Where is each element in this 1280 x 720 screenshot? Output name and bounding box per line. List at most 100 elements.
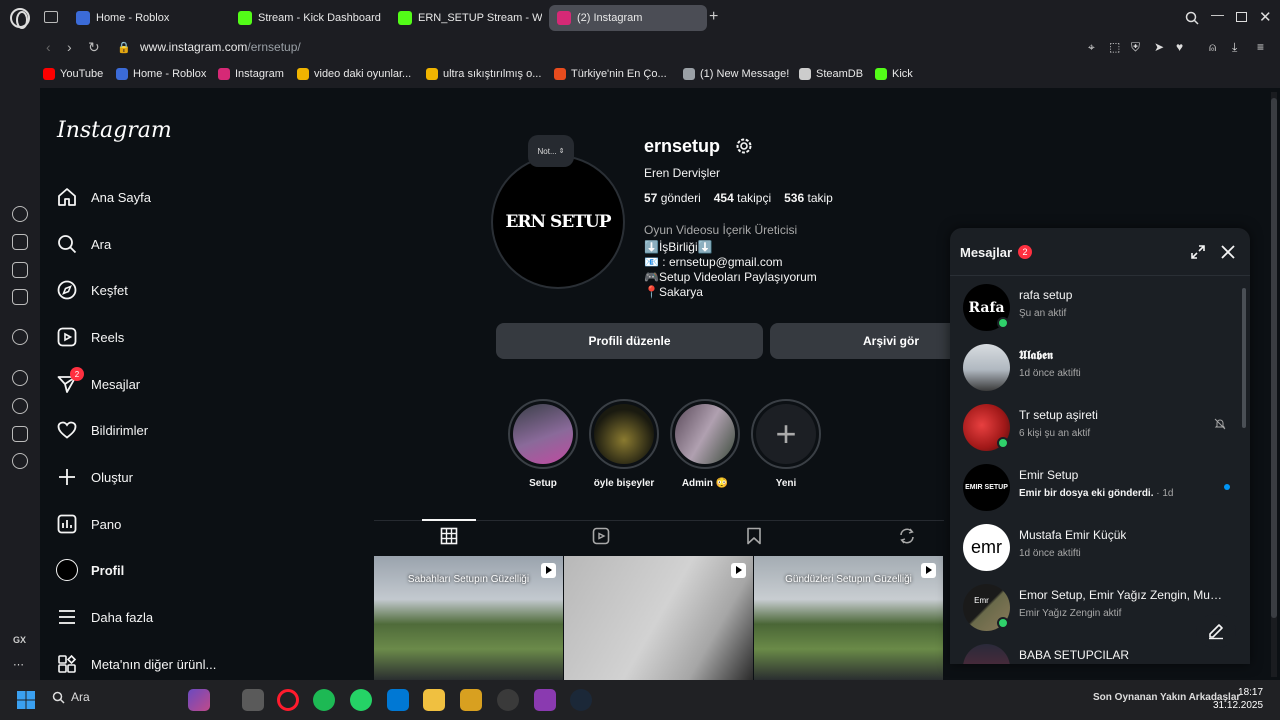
close-window-icon[interactable]: ✕ — [1259, 8, 1272, 26]
speed-dial-icon[interactable] — [12, 206, 28, 222]
player-icon[interactable] — [12, 370, 28, 386]
history-icon[interactable] — [12, 398, 28, 414]
minimize-icon[interactable]: — — [1211, 7, 1224, 22]
bookmark-compressed[interactable]: ultra sıkıştırılmış o... — [426, 68, 541, 80]
page-scrollbar-thumb[interactable] — [1271, 98, 1277, 618]
bookmark-youtube[interactable]: YouTube — [43, 68, 103, 80]
highlight-setup[interactable]: Setup — [508, 399, 578, 489]
back-icon[interactable]: ‹ — [46, 39, 51, 55]
conversation-item[interactable]: Rafa rafa setup Şu an aktif — [950, 278, 1240, 338]
tab-instagram[interactable]: (2) Instagram — [549, 5, 707, 31]
menu-icon[interactable]: ≡ — [1257, 40, 1264, 54]
profile-stats: 57 gönderi 454 takipçi 536 takip — [644, 191, 833, 205]
tab-islands-icon[interactable] — [44, 11, 58, 23]
download-icon[interactable]: ⤓ — [1232, 40, 1237, 55]
highlight-new[interactable]: + Yeni — [751, 399, 821, 489]
conversation-item[interactable]: BABA SETUPCILAR — [950, 638, 1240, 664]
followers-stat[interactable]: 454 takipçi — [714, 191, 771, 205]
saved-bookmark-icon[interactable] — [746, 527, 762, 545]
post-tile[interactable] — [564, 556, 753, 680]
highlight-admin[interactable]: Admin 😳 — [670, 399, 740, 489]
bookmark-kick[interactable]: Kick — [875, 68, 913, 80]
opera-logo-icon[interactable] — [10, 8, 30, 29]
clock[interactable]: 18:17 31.12.2025 — [1213, 686, 1263, 712]
posts-grid-icon[interactable] — [440, 527, 458, 545]
spotify-icon[interactable] — [313, 689, 335, 711]
tab-roblox[interactable]: Home - Roblox — [68, 5, 226, 31]
task-view-icon[interactable] — [242, 689, 264, 711]
new-tab-icon[interactable]: + — [709, 9, 718, 25]
send-icon[interactable]: ➤ — [1154, 40, 1164, 54]
reposts-icon[interactable] — [898, 527, 916, 545]
settings-icon[interactable] — [12, 453, 28, 469]
gx-control-icon[interactable] — [12, 234, 28, 250]
maximize-icon[interactable] — [1236, 12, 1247, 22]
nav-create[interactable]: Oluştur — [56, 465, 133, 489]
edit-profile-button[interactable]: Profili düzenle — [496, 323, 763, 359]
bookmark-roblox[interactable]: Home - Roblox — [116, 68, 206, 80]
nav-reels[interactable]: Reels — [56, 325, 124, 349]
nav-profile[interactable]: Profil — [56, 558, 124, 582]
more-icon[interactable]: ⋯ — [13, 658, 24, 671]
following-stat[interactable]: 536 takip — [784, 191, 833, 205]
compose-message-button[interactable] — [1196, 614, 1236, 648]
lock-icon[interactable]: 🔒 — [117, 41, 131, 54]
tab-kick-stream[interactable]: ERN_SETUP Stream - Wat — [390, 5, 542, 31]
conversation-item[interactable]: Tr setup aşireti 6 kişi şu an aktif — [950, 398, 1240, 458]
nav-messages[interactable]: 2 Mesajlar — [56, 367, 140, 396]
nav-meta-apps[interactable]: Meta'nın diğer ürünl... — [56, 652, 216, 676]
chatgpt-icon[interactable] — [12, 329, 28, 345]
close-icon[interactable] — [1220, 244, 1236, 260]
settings-gear-icon[interactable] — [734, 136, 754, 156]
gx-cleaner-icon[interactable] — [12, 262, 28, 278]
messages-scrollbar-thumb[interactable] — [1242, 288, 1246, 428]
conversation-item[interactable]: EMIR SETUP Emir Setup Emir bir dosya eki… — [950, 458, 1240, 518]
taskbar-search[interactable]: Ara — [52, 690, 90, 704]
extensions-icon[interactable] — [12, 426, 28, 442]
bookmark-instagram[interactable]: Instagram — [218, 68, 284, 80]
reels-tab-icon[interactable] — [592, 527, 610, 545]
profile-avatar[interactable]: ERN SETUP — [491, 155, 625, 289]
bookmark-steamdb[interactable]: SteamDB — [799, 68, 863, 80]
steam-icon[interactable] — [570, 689, 592, 711]
tab-kick-dashboard[interactable]: Stream - Kick Dashboard — [230, 5, 388, 31]
heart-bookmark-icon[interactable]: ♥ — [1176, 40, 1183, 54]
conversation-item[interactable]: 𝖀𝖑𝖆𝖇𝖊𝖓 1d önce aktifti — [950, 338, 1240, 398]
opera-gx-app-icon[interactable] — [277, 689, 299, 711]
nav-search[interactable]: Ara — [56, 232, 111, 256]
instagram-app-icon[interactable] — [534, 689, 556, 711]
bookmark-turkiye[interactable]: Türkiye'nin En Ço... — [554, 68, 667, 80]
note-bubble[interactable]: Not... ⇕ — [528, 135, 574, 167]
nav-home[interactable]: Ana Sayfa — [56, 185, 151, 209]
nav-more[interactable]: Daha fazla — [56, 605, 153, 629]
windows-start-icon[interactable] — [16, 690, 36, 710]
nav-label: Bildirimler — [91, 422, 149, 438]
url-field[interactable]: www.instagram.com/ernsetup/ — [140, 40, 301, 54]
bookmark-video-games[interactable]: video daki oyunlar... — [297, 68, 411, 80]
snapshot-icon[interactable]: ⬚ — [1109, 40, 1120, 54]
profile-icon[interactable]: ⍝ — [1209, 40, 1216, 55]
counter-strike-icon[interactable] — [460, 689, 482, 711]
nav-notifications[interactable]: Bildirimler — [56, 418, 148, 442]
file-explorer-icon[interactable] — [423, 689, 445, 711]
nav-explore[interactable]: Keşfet — [56, 278, 128, 302]
page-scrollbar[interactable] — [1271, 92, 1277, 677]
pin-icon[interactable]: ⌖ — [1088, 40, 1095, 55]
whatsapp-icon[interactable] — [350, 689, 372, 711]
post-tile[interactable]: Gündüzleri Setupın Güzelliği — [754, 556, 943, 680]
adblock-icon[interactable]: ⛨ — [1131, 40, 1140, 55]
instagram-logo[interactable]: Instagram — [57, 118, 172, 143]
gx-mods-icon[interactable] — [12, 289, 28, 305]
search-tabs-icon[interactable] — [1185, 11, 1199, 25]
bookmark-new-message[interactable]: (1) New Message! — [683, 68, 789, 80]
nav-dashboard[interactable]: Pano — [56, 512, 121, 536]
game-app-icon[interactable] — [497, 689, 519, 711]
highlight-oyle-biseyler[interactable]: öyle bişeyler — [589, 399, 659, 489]
reload-icon[interactable]: ↻ — [88, 39, 100, 56]
conversation-item[interactable]: emr Mustafa Emir Küçük 1d önce aktifti — [950, 518, 1240, 578]
widget-app-icon[interactable] — [188, 689, 210, 711]
expand-icon[interactable] — [1190, 244, 1206, 260]
post-tile[interactable]: Sabahları Setupın Güzelliği — [374, 556, 563, 680]
vscode-icon[interactable] — [387, 689, 409, 711]
forward-icon[interactable]: › — [67, 39, 72, 55]
